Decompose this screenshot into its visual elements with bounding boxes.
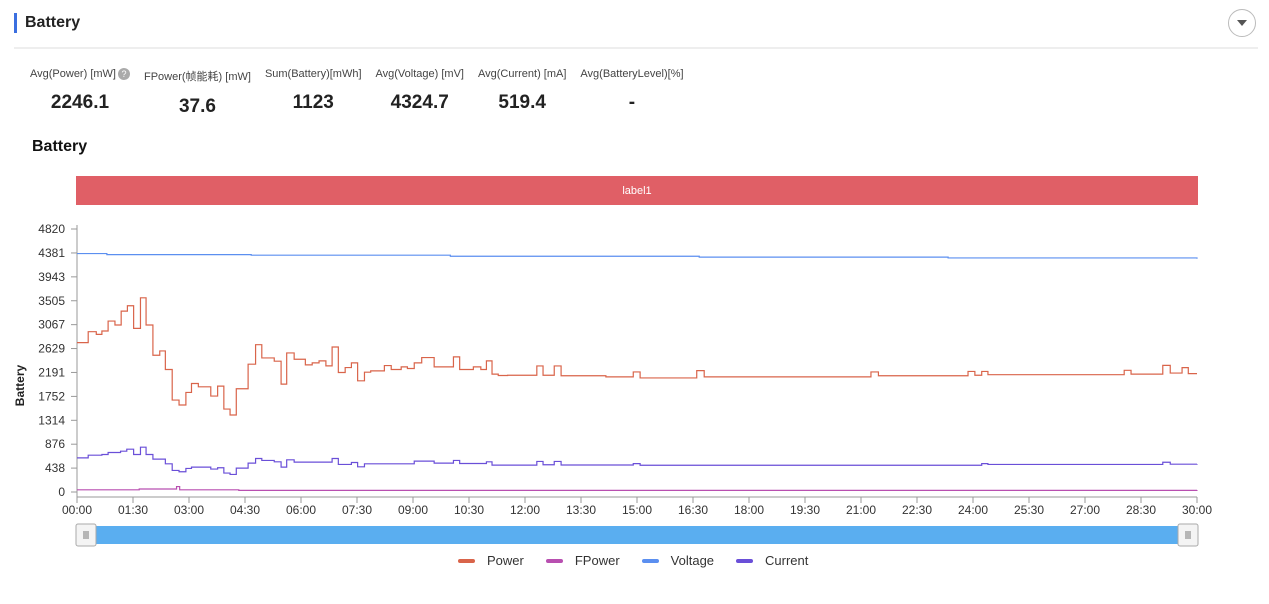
x-tick-label: 24:00 [958,503,988,517]
x-tick-label: 04:30 [230,503,260,517]
x-tick-label: 01:30 [118,503,148,517]
x-tick-label: 09:00 [398,503,428,517]
x-tick-label: 18:00 [734,503,764,517]
y-tick-label: 4381 [38,246,65,260]
y-tick-label: 1314 [38,413,65,427]
x-tick-label: 10:30 [454,503,484,517]
y-tick-label: 2629 [38,342,65,356]
legend-label: Power [487,553,524,568]
x-tick-label: 16:30 [678,503,708,517]
x-tick-label: 27:00 [1070,503,1100,517]
x-tick-label: 15:00 [622,503,652,517]
legend-swatch [736,558,754,563]
series-line-voltage [77,252,1198,259]
x-tick-label: 19:30 [790,503,820,517]
x-tick-label: 25:30 [1014,503,1044,517]
x-tick-label: 00:00 [62,503,92,517]
series-line-fpower [77,485,1198,491]
y-axis-label: Battery [13,365,27,407]
legend-label: Voltage [670,553,715,568]
y-tick-label: 3505 [38,294,65,308]
y-tick-label: 0 [58,485,65,499]
legend-swatch [545,558,563,563]
x-tick-label: 06:00 [286,503,316,517]
legend-swatch [641,558,659,563]
x-tick-label: 30:00 [1182,503,1212,517]
legend-swatch [458,558,475,563]
y-tick-label: 4820 [38,222,65,236]
legend-label: Current [765,553,809,568]
x-tick-label: 12:00 [510,503,540,517]
y-tick-label: 3943 [38,270,65,284]
x-tick-label: 13:30 [566,503,596,517]
y-tick-label: 876 [45,437,65,451]
legend-label: FPower [574,553,620,568]
x-tick-label: 07:30 [342,503,372,517]
legend-item-voltage[interactable]: Voltage [641,553,715,568]
legend-item-fpower[interactable]: FPower [545,553,620,568]
legend-item-current[interactable]: Current [736,553,808,568]
legend: Power FPower Voltage Current [458,553,830,568]
x-tick-label: 28:30 [1126,503,1156,517]
y-tick-label: 1752 [38,389,65,403]
y-tick-label: 3067 [38,318,65,332]
series-line-current [77,446,1198,476]
y-tick-label: 2191 [38,365,65,379]
zoom-slider-range [77,526,1197,544]
legend-item-power[interactable]: Power [458,553,524,568]
y-tick-label: 438 [45,461,65,475]
x-tick-label: 22:30 [902,503,932,517]
battery-chart: 0 438 876 1314 1752 2191 2629 3067 3505 3943 4381 4… [13,222,1212,547]
x-tick-label: 21:00 [846,503,876,517]
series-line-power [77,297,1197,416]
x-tick-label: 03:00 [174,503,204,517]
